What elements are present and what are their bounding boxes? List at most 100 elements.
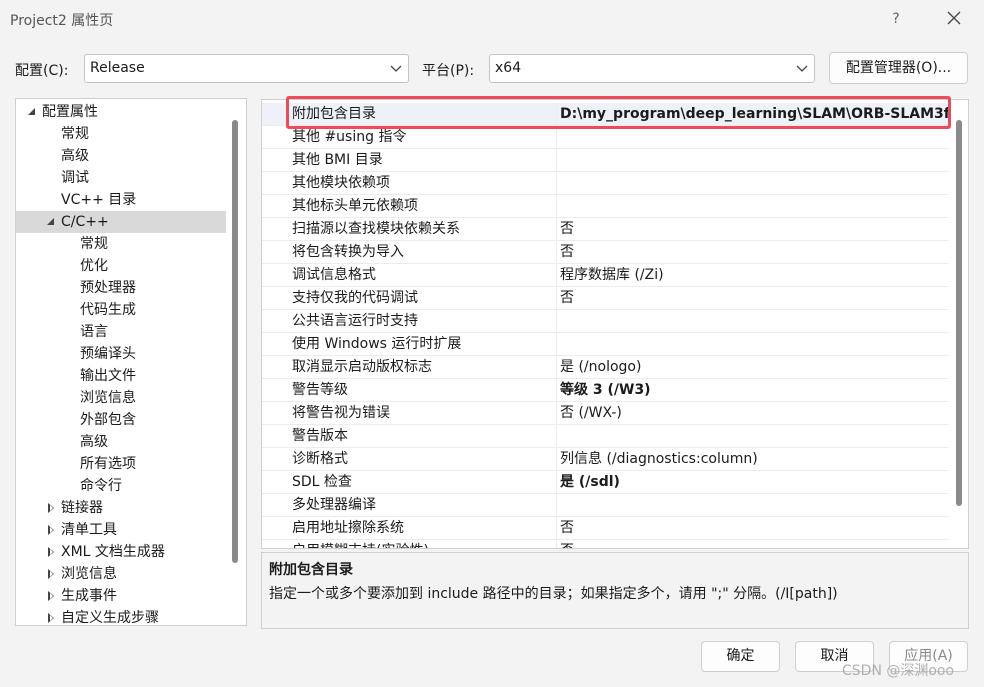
tree-item[interactable]: XML 文档生成器: [16, 541, 226, 563]
tree-item[interactable]: 高级: [16, 145, 226, 167]
property-row[interactable]: 其他 BMI 目录: [262, 149, 948, 172]
collapse-triangle-icon[interactable]: [45, 563, 59, 585]
tree-item[interactable]: 浏览信息: [16, 563, 226, 585]
property-value[interactable]: [560, 172, 948, 194]
close-button[interactable]: [940, 6, 968, 32]
title-bar: Project2 属性页 ?: [0, 0, 984, 40]
help-button[interactable]: ?: [882, 6, 910, 32]
property-row[interactable]: 将包含转换为导入否: [262, 241, 948, 264]
tree-item-label: 优化: [80, 258, 108, 274]
collapse-triangle-icon[interactable]: [45, 519, 59, 541]
property-name: 将包含转换为导入: [292, 241, 557, 263]
property-value[interactable]: 否: [560, 517, 948, 539]
tree-item[interactable]: 外部包含: [16, 409, 226, 431]
property-name: 其他标头单元依赖项: [292, 195, 557, 217]
property-value[interactable]: [560, 333, 948, 355]
tree-item[interactable]: 清单工具: [16, 519, 226, 541]
tree-item[interactable]: 自定义生成步骤: [16, 607, 226, 626]
property-row[interactable]: 将警告视为错误否 (/WX-): [262, 402, 948, 425]
expand-triangle-icon[interactable]: [45, 211, 59, 233]
tree-item[interactable]: 高级: [16, 431, 226, 453]
property-row[interactable]: 其他标头单元依赖项: [262, 195, 948, 218]
platform-dropdown[interactable]: x64: [489, 54, 815, 83]
config-manager-button[interactable]: 配置管理器(O)...: [829, 52, 968, 84]
description-panel: 附加包含目录 指定一个或多个要添加到 include 路径中的目录；如果指定多个…: [261, 552, 969, 629]
tree-item[interactable]: 浏览信息: [16, 387, 226, 409]
property-value[interactable]: 否: [560, 241, 948, 263]
property-value[interactable]: 否: [560, 218, 948, 240]
tree-item-label: 自定义生成步骤: [61, 610, 159, 626]
tree-item[interactable]: 所有选项: [16, 453, 226, 475]
property-value[interactable]: 是 (/sdl): [560, 471, 948, 493]
tree-item-label: 高级: [80, 434, 108, 450]
property-value[interactable]: [560, 195, 948, 217]
tree-item[interactable]: 常规: [16, 233, 226, 255]
tree-item-label: 输出文件: [80, 368, 136, 384]
tree-item[interactable]: 命令行: [16, 475, 226, 497]
property-value[interactable]: [560, 126, 948, 148]
collapse-triangle-icon[interactable]: [45, 497, 59, 519]
property-row[interactable]: 公共语言运行时支持: [262, 310, 948, 333]
property-row[interactable]: 启用模糊支持(实验性)否: [262, 540, 948, 548]
property-row[interactable]: 多处理器编译: [262, 494, 948, 517]
property-row[interactable]: 其他模块依赖项: [262, 172, 948, 195]
ok-button[interactable]: 确定: [701, 641, 780, 672]
tree-item[interactable]: C/C++: [16, 211, 226, 233]
property-value[interactable]: 否: [560, 540, 948, 548]
expand-triangle-icon[interactable]: [26, 101, 40, 123]
property-name: SDL 检查: [292, 471, 557, 493]
property-name: 其他 #using 指令: [292, 126, 557, 148]
property-row[interactable]: 启用地址擦除系统否: [262, 517, 948, 540]
property-row[interactable]: 使用 Windows 运行时扩展: [262, 333, 948, 356]
tree-item[interactable]: 常规: [16, 123, 226, 145]
property-value[interactable]: 是 (/nologo): [560, 356, 948, 378]
tree-item[interactable]: 预编译头: [16, 343, 226, 365]
property-value[interactable]: [560, 149, 948, 171]
collapse-triangle-icon[interactable]: [45, 607, 59, 625]
collapse-triangle-icon[interactable]: [45, 585, 59, 607]
property-value[interactable]: 否 (/WX-): [560, 402, 948, 424]
property-grid: 附加包含目录 D:\my_program\deep_learning\SLAM\O…: [261, 99, 969, 549]
collapse-triangle-icon[interactable]: [45, 541, 59, 563]
tree-item[interactable]: 代码生成: [16, 299, 226, 321]
tree-scrollbar[interactable]: [232, 120, 238, 563]
tree-item[interactable]: 调试: [16, 167, 226, 189]
property-row[interactable]: 调试信息格式 程序数据库 (/Zi): [262, 264, 948, 287]
property-row[interactable]: SDL 检查是 (/sdl): [262, 471, 948, 494]
tree-item[interactable]: 语言: [16, 321, 226, 343]
property-value[interactable]: [560, 494, 948, 516]
property-value[interactable]: 等级 3 (/W3): [560, 379, 948, 401]
property-value[interactable]: [560, 310, 948, 332]
property-row[interactable]: 警告版本: [262, 425, 948, 448]
tree-item[interactable]: 输出文件: [16, 365, 226, 387]
tree-item[interactable]: 优化: [16, 255, 226, 277]
property-value[interactable]: [560, 425, 948, 447]
grid-scrollbar[interactable]: [956, 120, 962, 506]
tree-item-label: 生成事件: [61, 588, 117, 604]
tree-item-label: 命令行: [80, 478, 122, 494]
property-value[interactable]: 否: [560, 287, 948, 309]
tree-item[interactable]: VC++ 目录: [16, 189, 226, 211]
property-value[interactable]: 列信息 (/diagnostics:column): [560, 448, 948, 470]
tree-item-label: 浏览信息: [61, 566, 117, 582]
property-row[interactable]: 诊断格式 列信息 (/diagnostics:column): [262, 448, 948, 471]
property-value[interactable]: 程序数据库 (/Zi): [560, 264, 948, 286]
tree-item[interactable]: 预处理器: [16, 277, 226, 299]
tree-item[interactable]: 链接器: [16, 497, 226, 519]
property-row[interactable]: 扫描源以查找模块依赖关系否: [262, 218, 948, 241]
property-row[interactable]: 其他 #using 指令: [262, 126, 948, 149]
property-row[interactable]: 警告等级 等级 3 (/W3): [262, 379, 948, 402]
config-dropdown[interactable]: Release: [84, 54, 409, 83]
tree-item[interactable]: 配置属性: [16, 101, 226, 123]
property-row[interactable]: 支持仅我的代码调试否: [262, 287, 948, 310]
tree-item-label: 常规: [61, 126, 89, 142]
property-row[interactable]: 取消显示启动版权标志是 (/nologo): [262, 356, 948, 379]
platform-value: x64: [495, 60, 522, 76]
tree-item[interactable]: 生成事件: [16, 585, 226, 607]
tree-item-label: 所有选项: [80, 456, 136, 472]
